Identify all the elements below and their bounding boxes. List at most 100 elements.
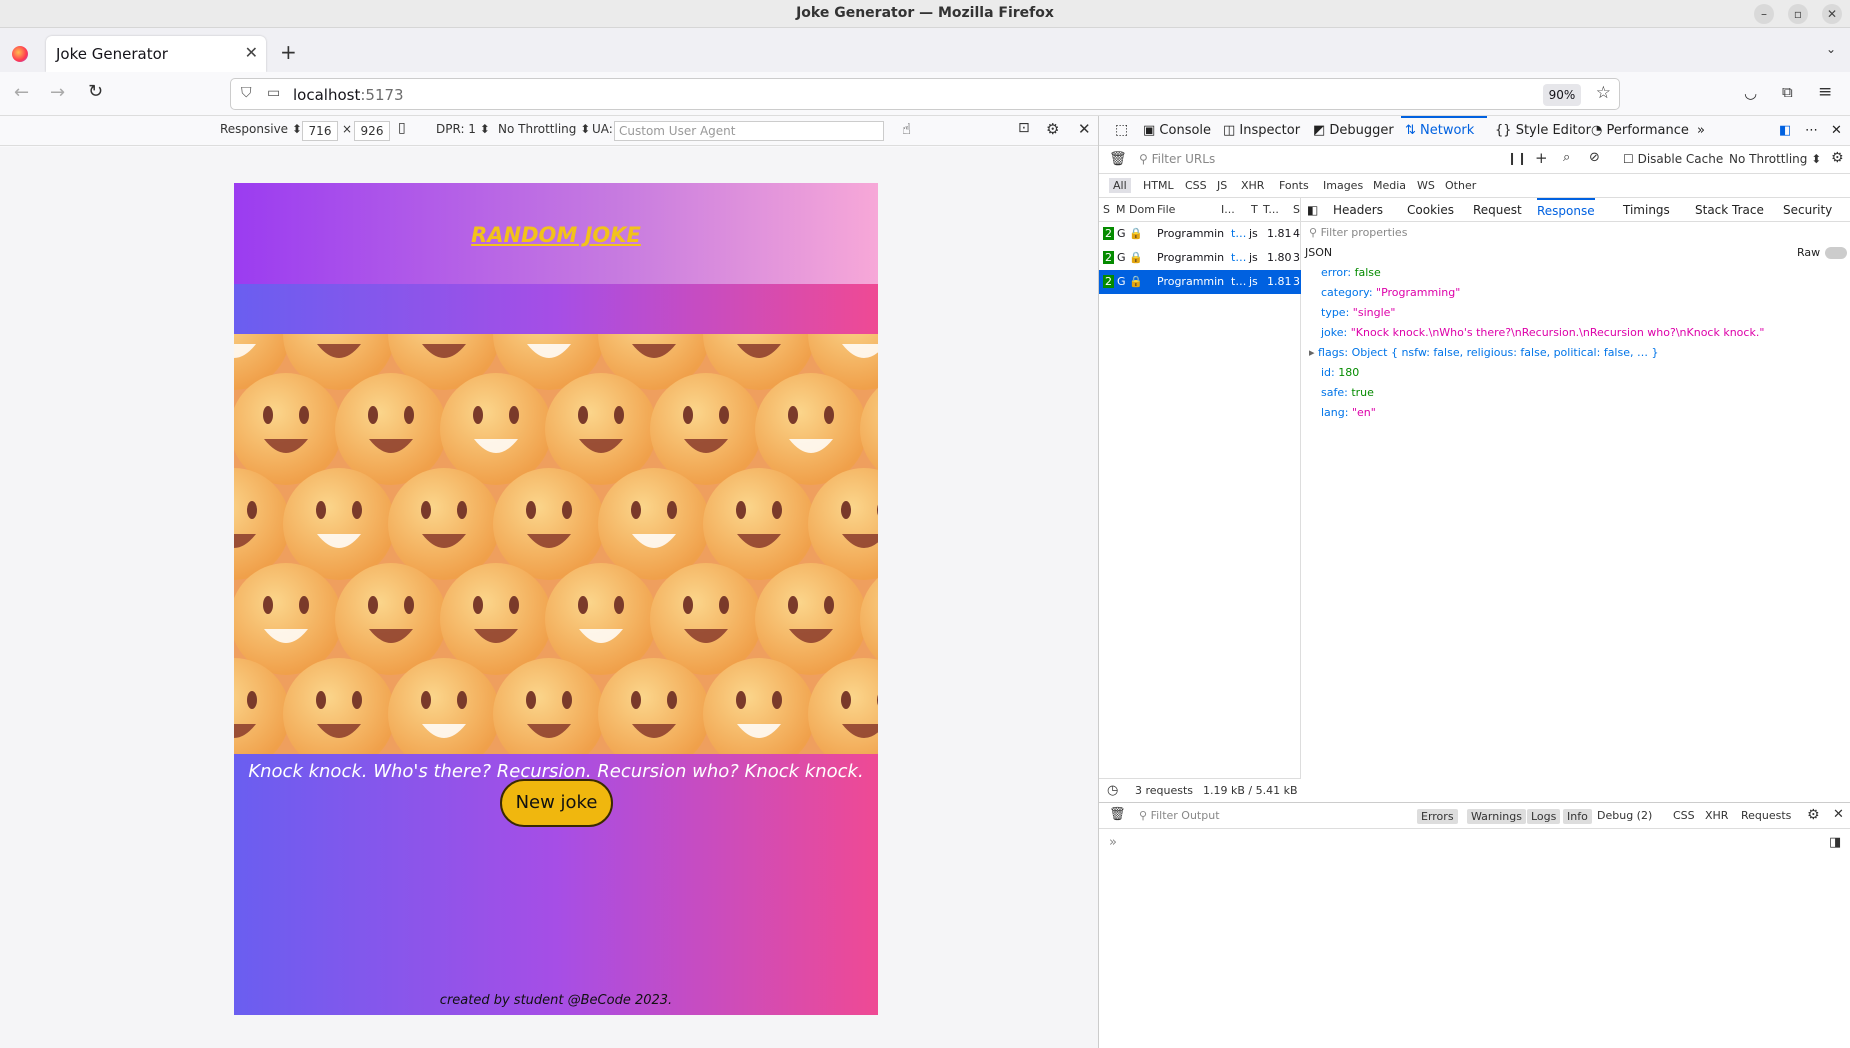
rdm-throttling-selector[interactable]: No Throttling ⬍	[498, 122, 590, 136]
user-agent-input[interactable]: Custom User Agent	[614, 121, 884, 141]
type-filter-html[interactable]: HTML	[1143, 179, 1174, 192]
json-row-lang[interactable]: lang: "en"	[1321, 406, 1376, 419]
forward-arrow-icon[interactable]: →	[50, 82, 65, 103]
col-size[interactable]: S	[1293, 203, 1300, 216]
tab-response[interactable]: Response	[1537, 198, 1595, 218]
url-bar[interactable]: ⛉ ▭ localhost:5173 90% ☆	[230, 78, 1620, 110]
search-icon[interactable]: ⌕	[1563, 150, 1570, 165]
console-settings-icon[interactable]: ⚙	[1807, 807, 1820, 823]
filter-logs[interactable]: Logs	[1527, 809, 1561, 824]
json-row-type[interactable]: type: "single"	[1321, 306, 1395, 319]
json-row-joke[interactable]: joke: "Knock knock.\nWho's there?\nRecur…	[1321, 326, 1764, 339]
filter-css[interactable]: CSS	[1673, 809, 1695, 822]
request-initiator[interactable]: t…	[1231, 227, 1246, 240]
tab-timings[interactable]: Timings	[1623, 203, 1670, 217]
tab-joke-generator[interactable]: Joke Generator ✕	[46, 36, 266, 72]
tab-stack-trace[interactable]: Stack Trace	[1695, 203, 1764, 217]
tab-headers[interactable]: Headers	[1333, 203, 1383, 217]
element-picker-icon[interactable]: ⬚	[1115, 122, 1128, 138]
json-row-category[interactable]: category: "Programming"	[1321, 286, 1460, 299]
close-devtools-icon[interactable]: ✕	[1831, 123, 1842, 138]
close-tab-icon[interactable]: ✕	[245, 43, 258, 62]
json-row-safe[interactable]: safe: true	[1321, 386, 1374, 399]
more-tools-icon[interactable]: »	[1697, 123, 1705, 138]
disable-cache-checkbox[interactable]: ☐ Disable Cache	[1623, 152, 1723, 166]
tab-request[interactable]: Request	[1473, 203, 1522, 217]
tab-debugger[interactable]: ◩ Debugger	[1313, 123, 1394, 138]
editor-mode-icon[interactable]: ◨	[1829, 835, 1841, 850]
dock-side-icon[interactable]: ◧	[1779, 123, 1791, 138]
app-title[interactable]: RANDOM JOKE	[234, 223, 878, 247]
device-selector[interactable]: Responsive ⬍	[220, 122, 302, 136]
back-arrow-icon[interactable]: ←	[14, 82, 29, 103]
tab-inspector[interactable]: ◫ Inspector	[1223, 123, 1300, 138]
tab-console[interactable]: ▣ Console	[1143, 123, 1211, 138]
minimize-button[interactable]: –	[1754, 4, 1774, 24]
zoom-level[interactable]: 90%	[1543, 84, 1581, 106]
extensions-icon[interactable]: ⧉	[1782, 83, 1793, 101]
json-row-flags[interactable]: ▸ flags: Object { nsfw: false, religious…	[1309, 346, 1658, 359]
json-row-error[interactable]: error: false	[1321, 266, 1381, 279]
trash-icon[interactable]: 🗑	[1109, 151, 1127, 167]
firefox-icon[interactable]	[12, 46, 28, 62]
col-initiator[interactable]: I...	[1221, 203, 1235, 216]
tab-cookies[interactable]: Cookies	[1407, 203, 1454, 217]
filter-properties-input[interactable]: ⚲ Filter properties	[1309, 226, 1407, 239]
request-initiator[interactable]: t…	[1231, 275, 1246, 288]
screenshot-icon[interactable]: ⊡	[1018, 120, 1030, 136]
filter-xhr[interactable]: XHR	[1705, 809, 1728, 822]
network-settings-icon[interactable]: ⚙	[1831, 150, 1844, 166]
filter-requests[interactable]: Requests	[1741, 809, 1791, 822]
raw-toggle[interactable]	[1825, 247, 1847, 259]
bookmark-star-icon[interactable]: ☆	[1596, 83, 1611, 103]
type-filter-fonts[interactable]: Fonts	[1279, 179, 1309, 192]
type-filter-all[interactable]: All	[1109, 178, 1131, 193]
dpr-selector[interactable]: DPR: 1 ⬍	[436, 122, 490, 136]
console-trash-icon[interactable]: 🗑	[1109, 807, 1126, 822]
url-text[interactable]: localhost:5173	[293, 86, 404, 104]
type-filter-images[interactable]: Images	[1323, 179, 1363, 192]
filter-errors[interactable]: Errors	[1417, 809, 1458, 824]
filter-output-input[interactable]: ⚲ Filter Output	[1139, 809, 1220, 822]
network-throttling-selector[interactable]: No Throttling ⬍	[1729, 152, 1821, 166]
maximize-button[interactable]: ▫	[1788, 4, 1808, 24]
shield-icon[interactable]: ⛉	[241, 85, 252, 101]
col-type[interactable]: T	[1251, 203, 1258, 216]
request-initiator[interactable]: t…	[1231, 251, 1246, 264]
type-filter-other[interactable]: Other	[1445, 179, 1476, 192]
pocket-icon[interactable]: ◡	[1744, 84, 1757, 102]
new-joke-button[interactable]: New joke	[500, 779, 613, 827]
tab-performance[interactable]: ◔ Performance	[1591, 123, 1689, 138]
close-window-button[interactable]: ✕	[1822, 4, 1842, 24]
new-tab-button[interactable]: +	[280, 40, 297, 64]
filter-info[interactable]: Info	[1563, 809, 1592, 824]
block-icon[interactable]: ⊘	[1589, 150, 1600, 165]
type-filter-css[interactable]: CSS	[1185, 179, 1207, 192]
viewport-height-input[interactable]: 926	[354, 121, 390, 141]
touch-simulation-icon[interactable]: ☝	[902, 120, 911, 138]
tab-style-editor[interactable]: {} Style Editor	[1495, 123, 1591, 138]
json-row-id[interactable]: id: 180	[1321, 366, 1359, 379]
type-filter-xhr[interactable]: XHR	[1241, 179, 1264, 192]
request-row-selected[interactable]: 2 G 🔒 Programmin t… js 1.81 3	[1099, 270, 1301, 294]
request-row[interactable]: 2 G 🔒 Programmin t… js 1.81 4	[1099, 222, 1301, 246]
type-filter-ws[interactable]: WS	[1417, 179, 1435, 192]
console-prompt-icon[interactable]: »	[1109, 835, 1117, 850]
devtools-menu-icon[interactable]: ⋯	[1805, 123, 1818, 138]
tab-security[interactable]: Security	[1783, 203, 1832, 217]
type-filter-media[interactable]: Media	[1373, 179, 1406, 192]
col-transferred[interactable]: T...	[1263, 203, 1279, 216]
pause-icon[interactable]: ❙❙	[1507, 151, 1527, 165]
add-icon[interactable]: +	[1535, 149, 1548, 167]
viewport-width-input[interactable]: 716	[302, 121, 338, 141]
toggle-sidebar-icon[interactable]: ◧	[1307, 203, 1318, 217]
filter-debug[interactable]: Debug (2)	[1597, 809, 1652, 822]
rdm-settings-icon[interactable]: ⚙	[1046, 120, 1059, 138]
filter-warnings[interactable]: Warnings	[1467, 809, 1526, 824]
col-method[interactable]: M	[1116, 203, 1126, 216]
filter-urls-input[interactable]: ⚲ Filter URLs	[1139, 152, 1215, 166]
close-rdm-icon[interactable]: ✕	[1078, 120, 1091, 138]
type-filter-js[interactable]: JS	[1217, 179, 1227, 192]
reload-icon[interactable]: ↻	[88, 81, 103, 102]
col-file[interactable]: File	[1157, 203, 1175, 216]
